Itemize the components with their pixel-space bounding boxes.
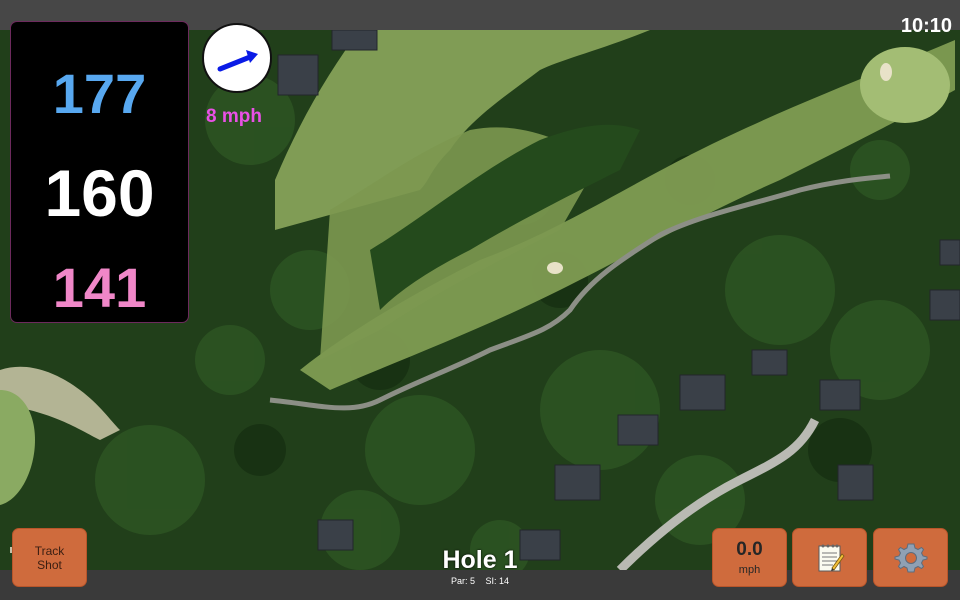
clock-time: 10:10 (900, 15, 952, 37)
distance-panel: 177 160 141 (11, 22, 188, 322)
track-shot-button[interactable]: Track Shot (12, 528, 87, 587)
hole-stroke-index: SI: 14 (485, 576, 510, 586)
wind-speed-value: 0.0 (736, 538, 763, 560)
hole-par: Par: 5 (450, 576, 475, 586)
distance-front: 141 (52, 256, 147, 319)
notes-button[interactable] (792, 528, 867, 587)
wind-direction-indicator (202, 23, 272, 93)
hole-title: Hole 1 (442, 546, 518, 574)
wind-speed-unit: mph (738, 563, 761, 576)
wind-speed-button[interactable]: 0.0 mph (712, 528, 787, 587)
wind-direction-arrow-icon (217, 50, 258, 72)
gear-icon (894, 543, 927, 572)
settings-button[interactable] (873, 528, 948, 587)
hole-info: Par: 5 SI: 14 (380, 577, 580, 586)
track-shot-label-line2: Shot (37, 557, 62, 572)
notepad-icon (818, 544, 845, 571)
wind-speed-label: 8 mph (206, 106, 262, 127)
track-shot-label-line1: Track (34, 543, 65, 558)
distance-back: 177 (52, 62, 147, 125)
distance-center: 160 (44, 156, 155, 230)
